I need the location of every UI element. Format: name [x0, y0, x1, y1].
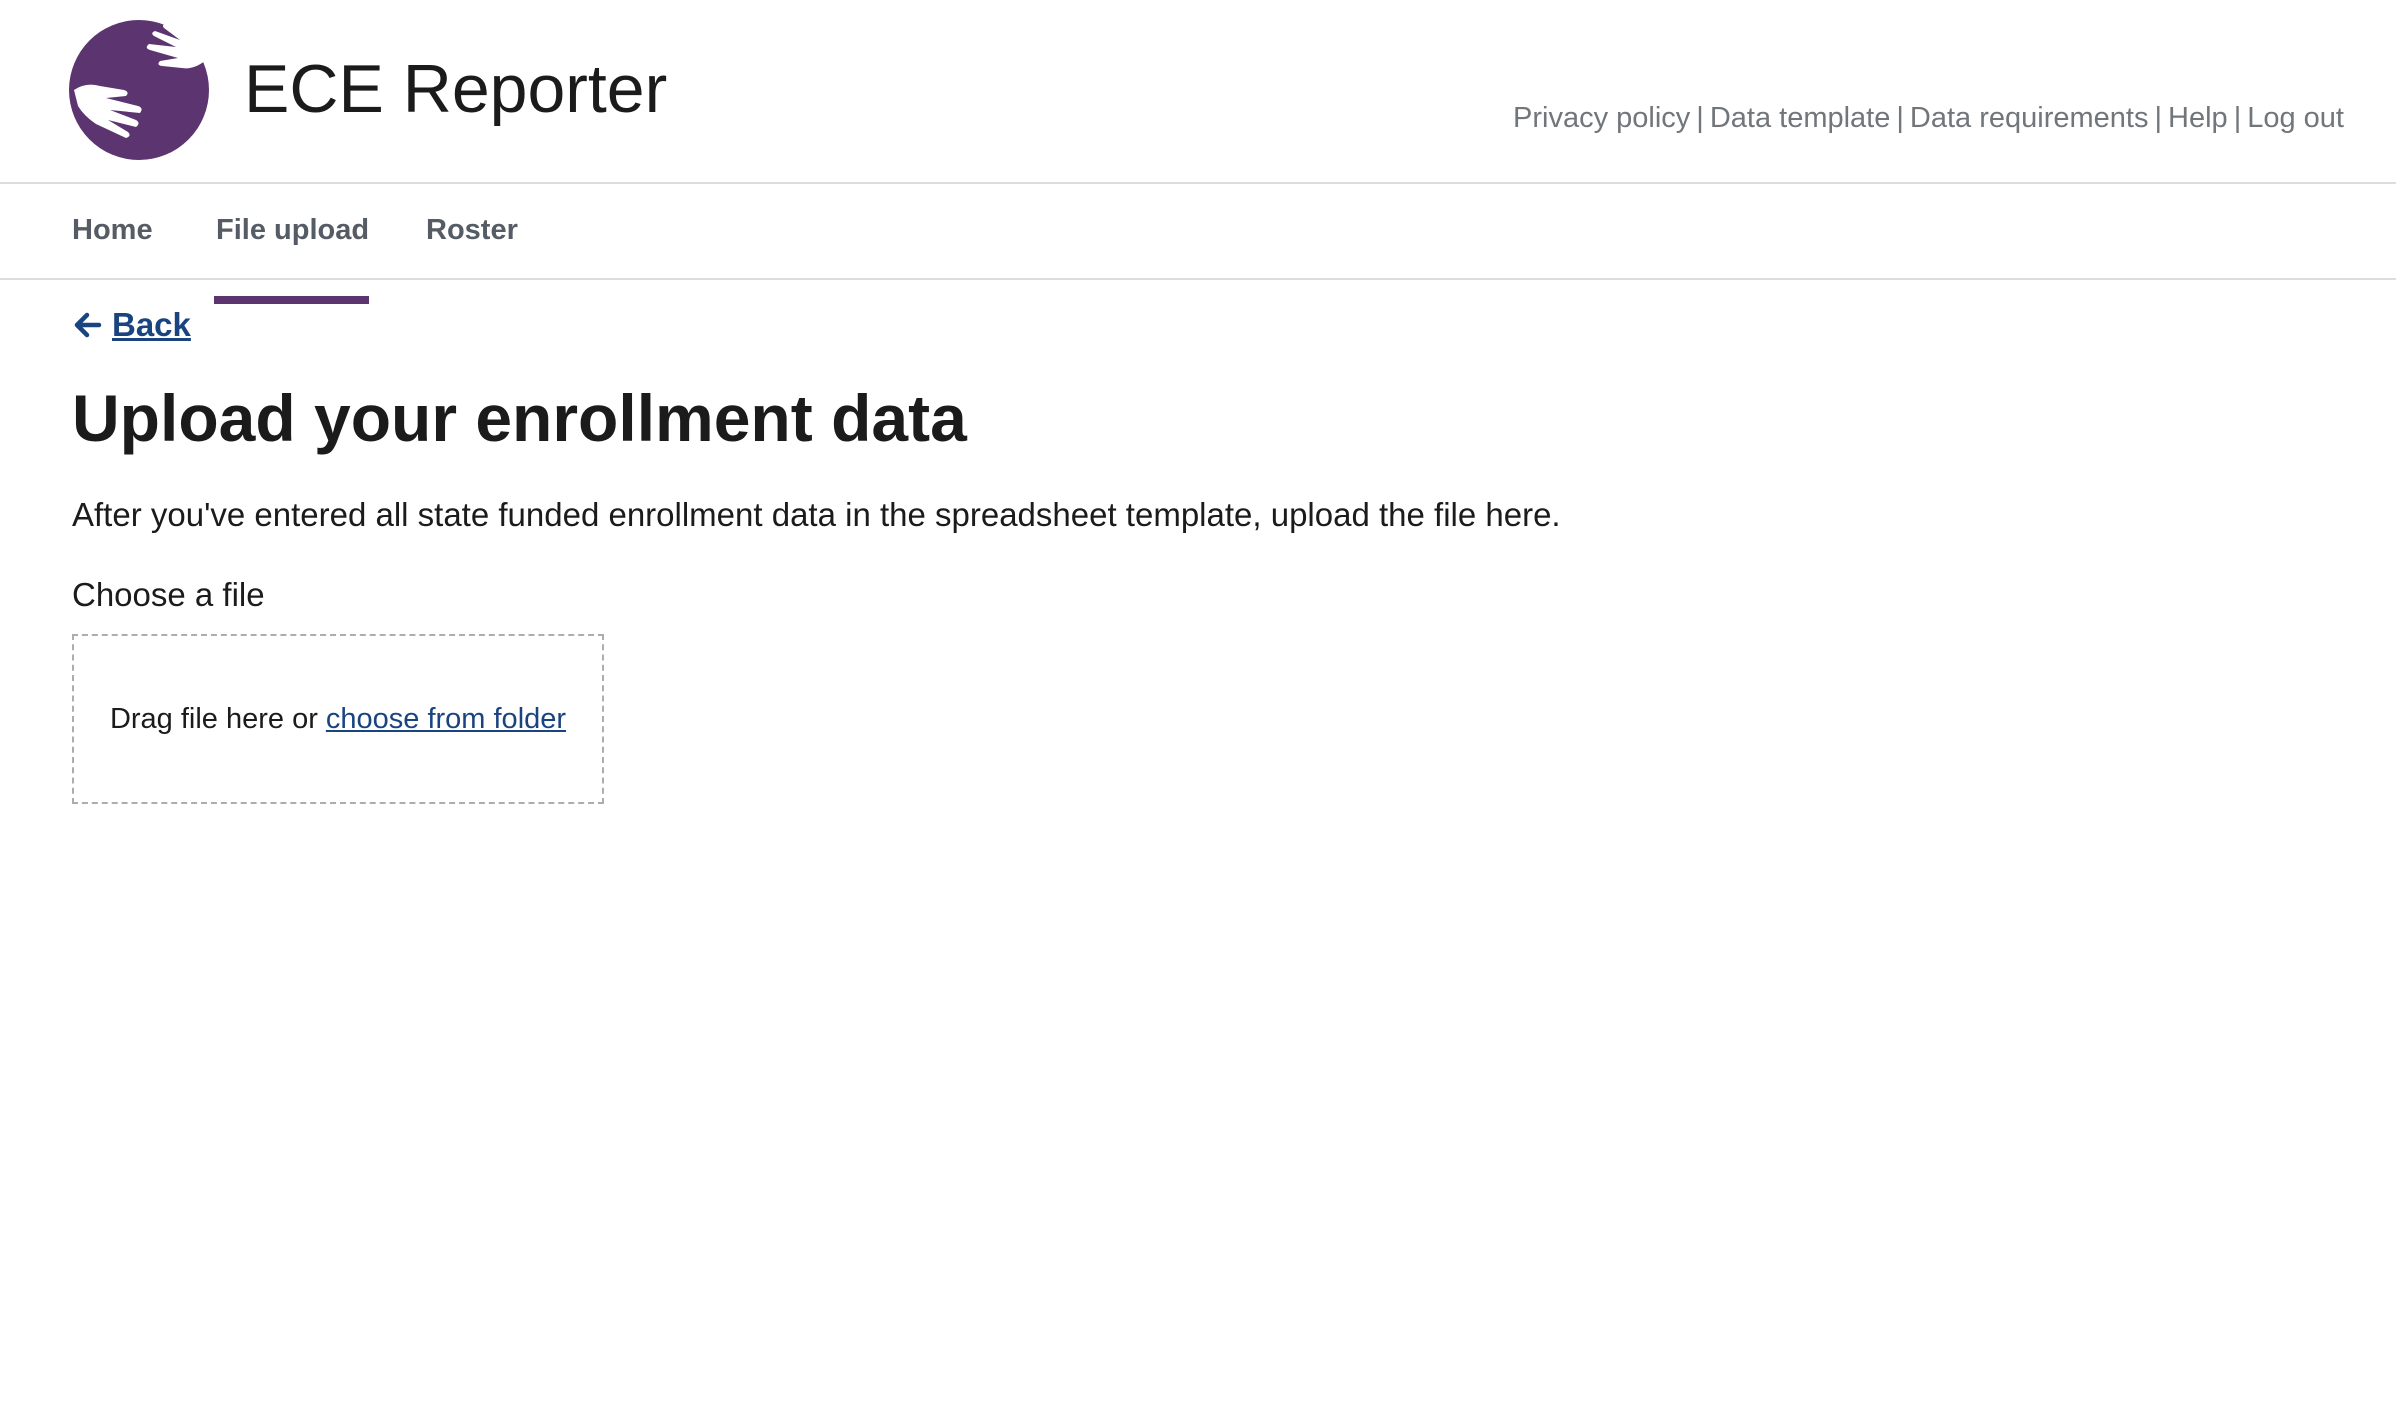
- dropzone-text: Drag file here or: [109, 702, 318, 735]
- site-header: ECE Reporter Privacy policy | Data templat…: [0, 0, 2396, 184]
- separator: |: [2154, 102, 2163, 134]
- nav-item-home[interactable]: Home: [72, 214, 153, 247]
- nav-item-file-upload[interactable]: File upload: [213, 214, 370, 304]
- separator: |: [1896, 102, 1904, 134]
- file-dropzone[interactable]: Drag file here or choose from folder: [72, 634, 604, 804]
- separator: |: [1696, 102, 1704, 134]
- arrow-left-icon: [74, 312, 102, 338]
- main-nav: Home File upload Roster: [0, 184, 2396, 304]
- back-label: Back: [112, 306, 191, 343]
- data-template-link[interactable]: Data template: [1710, 102, 1891, 134]
- app-title: ECE Reporter: [244, 51, 668, 127]
- choose-from-folder-link[interactable]: choose from folder: [326, 703, 566, 736]
- data-requirements-link[interactable]: Data requirements: [1910, 102, 2149, 134]
- file-input-label: Choose a file: [72, 576, 265, 613]
- back-link[interactable]: Back: [72, 306, 191, 344]
- utility-nav: Privacy policy | Data template | Data requir…: [1513, 102, 2344, 135]
- privacy-policy-link[interactable]: Privacy policy: [1513, 102, 1690, 134]
- intro-text: After you've entered all state funded en…: [72, 496, 1561, 533]
- separator: |: [2233, 102, 2242, 134]
- nav-item-roster[interactable]: Roster: [426, 214, 518, 247]
- help-link[interactable]: Help: [2168, 102, 2228, 134]
- hands-logo-icon[interactable]: [66, 20, 212, 160]
- log-out-link[interactable]: Log out: [2247, 102, 2344, 134]
- page-title: Upload your enrollment data: [72, 381, 967, 455]
